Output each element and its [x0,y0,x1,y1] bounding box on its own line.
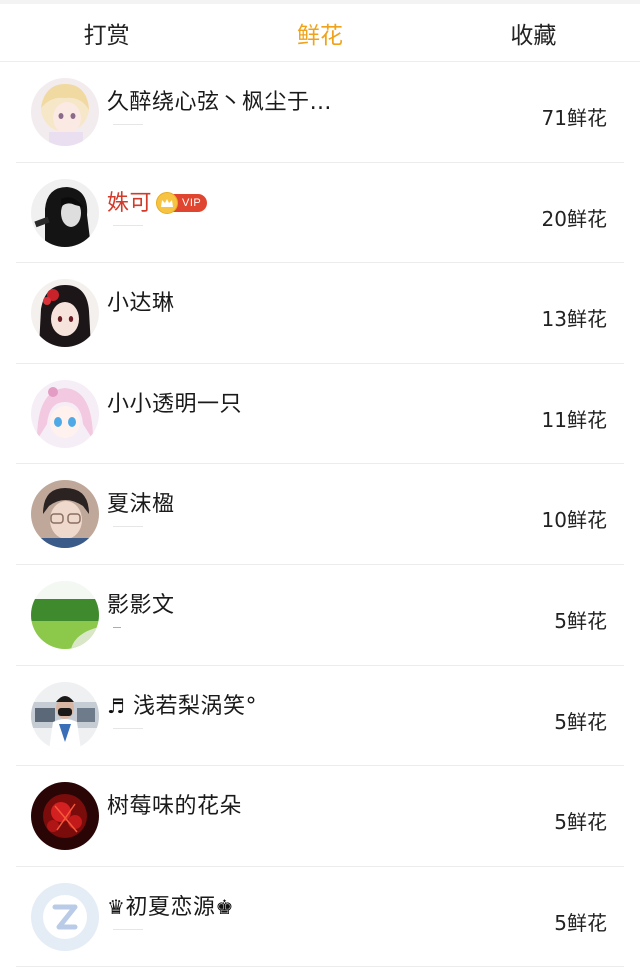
user-avatar[interactable] [31,681,99,750]
music-note-icon: ♬ [107,693,126,718]
anime-red-flower-avatar [31,279,99,348]
username[interactable]: ♛初夏恋源♚ [107,889,234,921]
user-avatar[interactable] [31,178,99,247]
user-subtitle [113,526,143,528]
user-avatar[interactable] [31,882,99,951]
username-text: 浅若梨涡笑° [132,693,257,719]
anime-pink-hair-avatar [31,379,99,448]
list-item[interactable]: 影影文 5鲜花 [16,565,624,666]
flower-count: 5鲜花 [554,608,607,633]
default-z-avatar [31,882,99,951]
username[interactable]: 小小透明一只 [107,386,242,418]
username-text: 初夏恋源 [125,894,216,920]
user-avatar[interactable] [31,78,99,146]
flower-count: 5鲜花 [554,709,607,734]
masked-person-avatar [31,681,99,750]
list-item[interactable]: 小达琳 13鲜花 [16,263,624,364]
king-crown-icon: ♚ [215,894,234,919]
flower-count: 71鲜花 [541,106,607,130]
list-item[interactable]: 夏沫楹 10鲜花 [16,464,624,565]
tab-flowers[interactable]: 鲜花 [213,4,426,61]
user-subtitle [113,928,143,930]
anime-blonde-avatar [31,78,99,146]
queen-crown-icon: ♛ [107,894,126,919]
red-flowers-avatar [31,782,99,851]
flower-count: 20鲜花 [541,206,607,231]
vip-badge: VIP [156,191,208,214]
user-subtitle [113,626,121,628]
username[interactable]: 影影文 [107,587,175,619]
flower-count: 5鲜花 [554,910,607,935]
user-avatar[interactable] [31,379,99,448]
username[interactable]: 姝可 VIP [107,185,208,217]
list-item[interactable]: ♛初夏恋源♚ 5鲜花 [16,867,624,968]
username[interactable]: ♬ 浅若梨涡笑° [107,688,257,720]
tab-favorites[interactable]: 收藏 [427,4,640,61]
user-subtitle [113,124,143,125]
list-item[interactable]: ♬ 浅若梨涡笑° 5鲜花 [16,666,624,767]
list-item[interactable]: 久醉绕心弦丶枫尘于… 71鲜花 [16,62,624,163]
tab-bar: 打赏 鲜花 收藏 [0,4,640,62]
user-subtitle [113,727,143,729]
crown-icon [156,191,179,214]
list-item[interactable]: 树莓味的花朵 5鲜花 [16,766,624,867]
username[interactable]: 树莓味的花朵 [107,788,242,820]
tab-reward[interactable]: 打赏 [0,4,213,61]
username[interactable]: 夏沫楹 [107,486,175,518]
app-root: 打赏 鲜花 收藏 久醉绕心弦丶枫尘于… 71鲜花 姝可 VIP 20鲜花 小达琳… [0,0,640,969]
flower-count: 11鲜花 [541,407,607,432]
flower-ranking-list: 久醉绕心弦丶枫尘于… 71鲜花 姝可 VIP 20鲜花 小达琳 13鲜花 小小透… [16,62,624,968]
flower-count: 10鲜花 [541,508,607,533]
user-avatar[interactable] [31,480,99,549]
username[interactable]: 久醉绕心弦丶枫尘于… [107,84,332,116]
flower-count: 13鲜花 [541,307,607,332]
flower-count: 5鲜花 [554,810,607,835]
glasses-portrait-avatar [31,480,99,549]
user-avatar[interactable] [31,279,99,348]
user-subtitle [113,224,143,226]
list-item[interactable]: 小小透明一只 11鲜花 [16,364,624,465]
user-avatar[interactable] [31,580,99,649]
user-avatar[interactable] [31,782,99,851]
username[interactable]: 小达琳 [107,285,175,317]
green-landscape-avatar [31,580,99,649]
username-text: 姝可 [107,190,153,216]
dark-portrait-avatar [31,178,99,247]
list-item[interactable]: 姝可 VIP 20鲜花 [16,163,624,264]
